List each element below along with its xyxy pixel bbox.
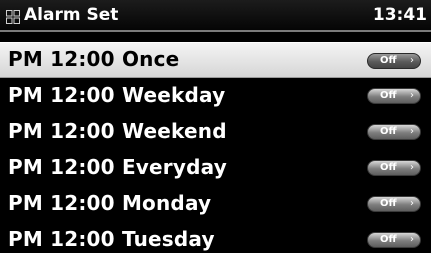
alarm-label: PM 12:00 Tuesday	[8, 227, 215, 251]
chevron-right-icon: ›	[410, 198, 414, 209]
alarm-toggle[interactable]: Off ›	[367, 232, 421, 248]
chevron-right-icon: ›	[410, 55, 414, 66]
alarm-toggle[interactable]: Off ›	[367, 196, 421, 212]
clock-time: 13:41	[372, 5, 427, 25]
chevron-right-icon: ›	[410, 234, 414, 245]
alarm-row-weekend[interactable]: PM 12:00 Weekend Off ›	[0, 114, 431, 150]
alarm-label: PM 12:00 Weekend	[8, 119, 227, 143]
alarm-toggle[interactable]: Off ›	[367, 124, 421, 140]
chevron-right-icon: ›	[410, 162, 414, 173]
alarm-row-everyday[interactable]: PM 12:00 Everyday Off ›	[0, 150, 431, 186]
alarm-toggle[interactable]: Off ›	[367, 88, 421, 104]
alarm-grid-icon	[6, 9, 20, 24]
alarm-toggle[interactable]: Off ›	[367, 53, 421, 69]
toggle-label: Off	[380, 162, 397, 173]
title-bar: Alarm Set 13:41	[0, 0, 431, 32]
alarm-label: PM 12:00 Everyday	[8, 155, 227, 179]
page-title: Alarm Set	[24, 5, 119, 25]
alarm-toggle[interactable]: Off ›	[367, 160, 421, 176]
chevron-right-icon: ›	[410, 126, 414, 137]
alarm-row-weekday[interactable]: PM 12:00 Weekday Off ›	[0, 78, 431, 114]
alarm-set-screen: Alarm Set 13:41 PM 12:00 Once Off › PM 1…	[0, 0, 431, 253]
alarm-label: PM 12:00 Once	[8, 47, 180, 71]
toggle-label: Off	[380, 198, 397, 209]
toggle-label: Off	[380, 126, 397, 137]
toggle-label: Off	[380, 234, 397, 245]
toggle-label: Off	[380, 90, 397, 101]
alarm-row-tuesday[interactable]: PM 12:00 Tuesday Off ›	[0, 222, 431, 253]
toggle-label: Off	[380, 55, 397, 66]
alarm-label: PM 12:00 Monday	[8, 191, 212, 215]
alarm-list: PM 12:00 Once Off › PM 12:00 Weekday Off…	[0, 42, 431, 253]
alarm-row-monday[interactable]: PM 12:00 Monday Off ›	[0, 186, 431, 222]
alarm-label: PM 12:00 Weekday	[8, 83, 226, 107]
alarm-row-once[interactable]: PM 12:00 Once Off ›	[0, 42, 431, 78]
chevron-right-icon: ›	[410, 90, 414, 101]
